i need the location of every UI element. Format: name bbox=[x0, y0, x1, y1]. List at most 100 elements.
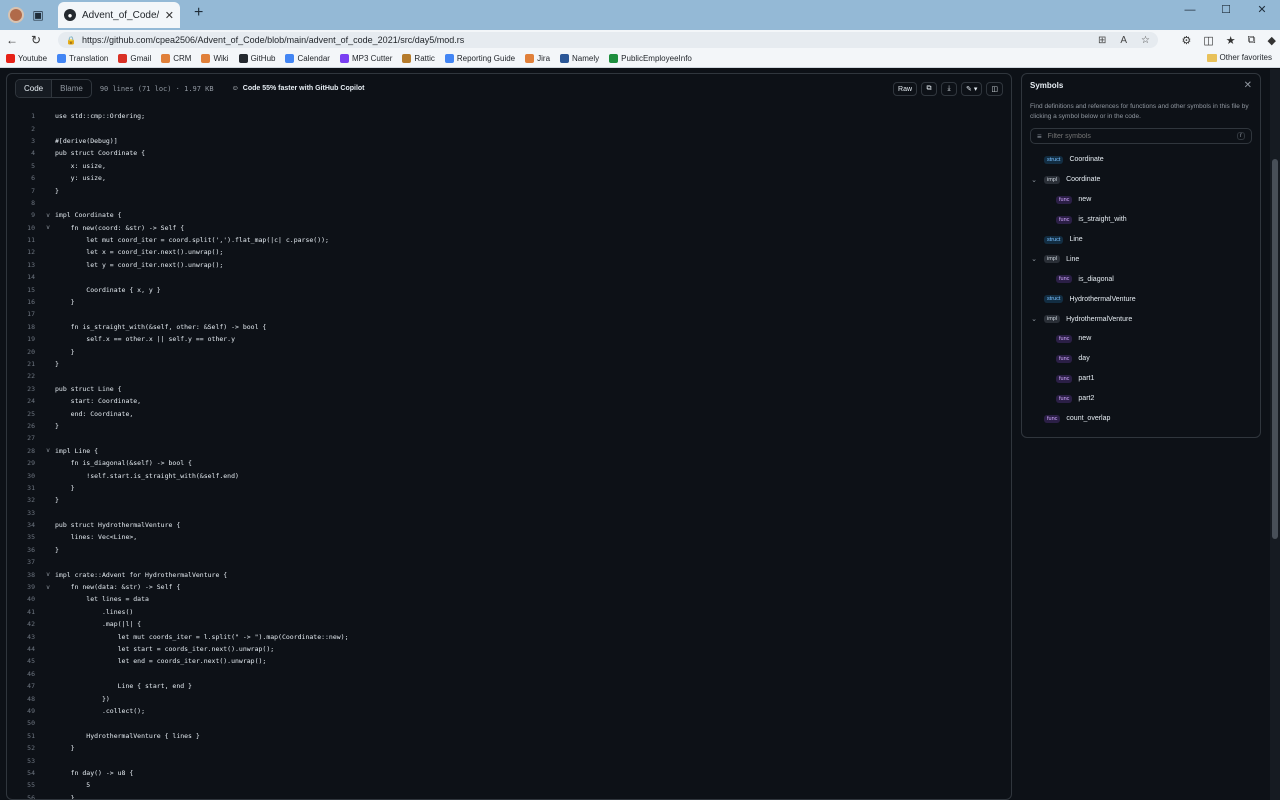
line-number[interactable]: 8 bbox=[7, 199, 41, 207]
line-number[interactable]: 33 bbox=[7, 509, 41, 517]
line-number[interactable]: 19 bbox=[7, 335, 41, 343]
line-number[interactable]: 12 bbox=[7, 248, 41, 256]
line-number[interactable]: 40 bbox=[7, 595, 41, 603]
symbol-item[interactable]: func part1 bbox=[1030, 369, 1252, 389]
bookmark-item[interactable]: CRM bbox=[161, 54, 191, 63]
raw-button[interactable]: Raw bbox=[893, 82, 918, 96]
extensions-icon[interactable]: ⚙ bbox=[1182, 34, 1192, 47]
url-field[interactable]: 🔒 https://github.com/cpea2506/Advent_of_… bbox=[58, 32, 1158, 48]
bookmark-item[interactable]: Namely bbox=[560, 54, 599, 63]
download-icon[interactable]: ⤓ bbox=[941, 82, 958, 96]
line-number[interactable]: 49 bbox=[7, 707, 41, 715]
bookmark-item[interactable]: Calendar bbox=[285, 54, 330, 63]
line-number[interactable]: 17 bbox=[7, 310, 41, 318]
filter-symbols-input[interactable] bbox=[1047, 132, 1231, 140]
line-number[interactable]: 1 bbox=[7, 112, 41, 120]
symbol-item[interactable]: struct HydrothermalVenture bbox=[1030, 289, 1252, 309]
line-number[interactable]: 44 bbox=[7, 645, 41, 653]
line-number[interactable]: 38 bbox=[7, 571, 41, 579]
close-icon[interactable]: ✕ bbox=[1244, 80, 1252, 91]
bookmark-item[interactable]: Rattic bbox=[402, 54, 435, 63]
line-number[interactable]: 9 bbox=[7, 211, 41, 219]
line-number[interactable]: 21 bbox=[7, 360, 41, 368]
bookmark-item[interactable]: Reporting Guide bbox=[444, 54, 515, 63]
tab-close-icon[interactable]: ✕ bbox=[165, 9, 174, 22]
line-number[interactable]: 43 bbox=[7, 633, 41, 641]
line-number[interactable]: 34 bbox=[7, 521, 41, 529]
bookmark-item[interactable]: Wiki bbox=[201, 54, 229, 63]
favorite-star-icon[interactable]: ☆ bbox=[1141, 35, 1150, 46]
tab-code[interactable]: Code bbox=[16, 80, 53, 97]
line-number[interactable]: 25 bbox=[7, 410, 41, 418]
workspaces-icon[interactable]: ▣ bbox=[30, 7, 46, 23]
copy-icon[interactable]: ⧉ bbox=[921, 82, 938, 96]
line-number[interactable]: 47 bbox=[7, 682, 41, 690]
line-number[interactable]: 7 bbox=[7, 187, 41, 195]
line-number[interactable]: 3 bbox=[7, 137, 41, 145]
chevron-down-icon[interactable]: ⌄ bbox=[1030, 255, 1038, 263]
fold-chevron-icon[interactable]: v bbox=[41, 584, 55, 591]
symbol-item[interactable]: ⌄ impl Coordinate bbox=[1030, 170, 1252, 190]
bookmark-item[interactable]: Youtube bbox=[6, 54, 47, 63]
line-number[interactable]: 48 bbox=[7, 695, 41, 703]
line-number[interactable]: 4 bbox=[7, 149, 41, 157]
fold-chevron-icon[interactable]: v bbox=[41, 224, 55, 231]
symbol-item[interactable]: ⌄ impl Line bbox=[1030, 249, 1252, 269]
line-number[interactable]: 53 bbox=[7, 757, 41, 765]
bookmark-item[interactable]: PublicEmployeeInfo bbox=[609, 54, 692, 63]
line-number[interactable]: 41 bbox=[7, 608, 41, 616]
line-number[interactable]: 29 bbox=[7, 459, 41, 467]
line-number[interactable]: 52 bbox=[7, 744, 41, 752]
line-number[interactable]: 39 bbox=[7, 583, 41, 591]
app-available-icon[interactable]: ⊞ bbox=[1098, 35, 1106, 46]
line-number[interactable]: 20 bbox=[7, 348, 41, 356]
collections-icon[interactable]: ⧉ bbox=[1248, 34, 1256, 47]
line-number[interactable]: 30 bbox=[7, 472, 41, 480]
bookmark-item[interactable]: Jira bbox=[525, 54, 550, 63]
symbols-panel-toggle-icon[interactable]: ◫ bbox=[986, 82, 1003, 96]
close-window-button[interactable]: ✕ bbox=[1244, 0, 1280, 20]
line-number[interactable]: 36 bbox=[7, 546, 41, 554]
fold-chevron-icon[interactable]: v bbox=[41, 212, 55, 219]
read-aloud-icon[interactable]: A bbox=[1120, 35, 1127, 46]
line-number[interactable]: 37 bbox=[7, 558, 41, 566]
other-favorites[interactable]: Other favorites bbox=[1206, 53, 1272, 62]
line-number[interactable]: 55 bbox=[7, 781, 41, 789]
line-number[interactable]: 50 bbox=[7, 719, 41, 727]
symbol-item[interactable]: func count_overlap bbox=[1030, 409, 1252, 429]
edit-pencil-icon[interactable]: ✎ ▾ bbox=[961, 82, 983, 96]
favorites-icon[interactable]: ★ bbox=[1226, 34, 1236, 47]
line-number[interactable]: 24 bbox=[7, 397, 41, 405]
bookmark-item[interactable]: Translation bbox=[57, 54, 108, 63]
line-number[interactable]: 54 bbox=[7, 769, 41, 777]
symbol-item[interactable]: struct Line bbox=[1030, 230, 1252, 250]
bookmark-item[interactable]: MP3 Cutter bbox=[339, 54, 392, 63]
tab-blame[interactable]: Blame bbox=[52, 80, 91, 97]
line-number[interactable]: 13 bbox=[7, 261, 41, 269]
line-number[interactable]: 51 bbox=[7, 732, 41, 740]
refresh-button[interactable]: ↻ bbox=[24, 33, 48, 47]
symbol-item[interactable]: ⌄ impl HydrothermalVenture bbox=[1030, 309, 1252, 329]
minimize-button[interactable]: — bbox=[1172, 0, 1208, 20]
split-screen-icon[interactable]: ◫ bbox=[1203, 34, 1213, 47]
line-number[interactable]: 28 bbox=[7, 447, 41, 455]
symbol-item[interactable]: func day bbox=[1030, 349, 1252, 369]
line-number[interactable]: 46 bbox=[7, 670, 41, 678]
line-number[interactable]: 26 bbox=[7, 422, 41, 430]
fold-chevron-icon[interactable]: v bbox=[41, 447, 55, 454]
symbol-item[interactable]: func is_diagonal bbox=[1030, 269, 1252, 289]
new-tab-button[interactable]: + bbox=[194, 4, 203, 22]
line-number[interactable]: 5 bbox=[7, 162, 41, 170]
fold-chevron-icon[interactable]: v bbox=[41, 571, 55, 578]
line-number[interactable]: 6 bbox=[7, 174, 41, 182]
maximize-button[interactable]: ☐ bbox=[1208, 0, 1244, 20]
line-number[interactable]: 56 bbox=[7, 794, 41, 799]
copilot-promo[interactable]: ☺ Code 55% faster with GitHub Copilot bbox=[232, 85, 365, 92]
line-number[interactable]: 2 bbox=[7, 125, 41, 133]
symbol-item[interactable]: func is_straight_with bbox=[1030, 210, 1252, 230]
line-number[interactable]: 11 bbox=[7, 236, 41, 244]
line-number[interactable]: 16 bbox=[7, 298, 41, 306]
symbol-item[interactable]: struct Coordinate bbox=[1030, 150, 1252, 170]
scrollbar-thumb[interactable] bbox=[1272, 159, 1278, 539]
browser-tab-active[interactable]: ● Advent_of_Code/advent_of_code ✕ bbox=[58, 2, 180, 28]
